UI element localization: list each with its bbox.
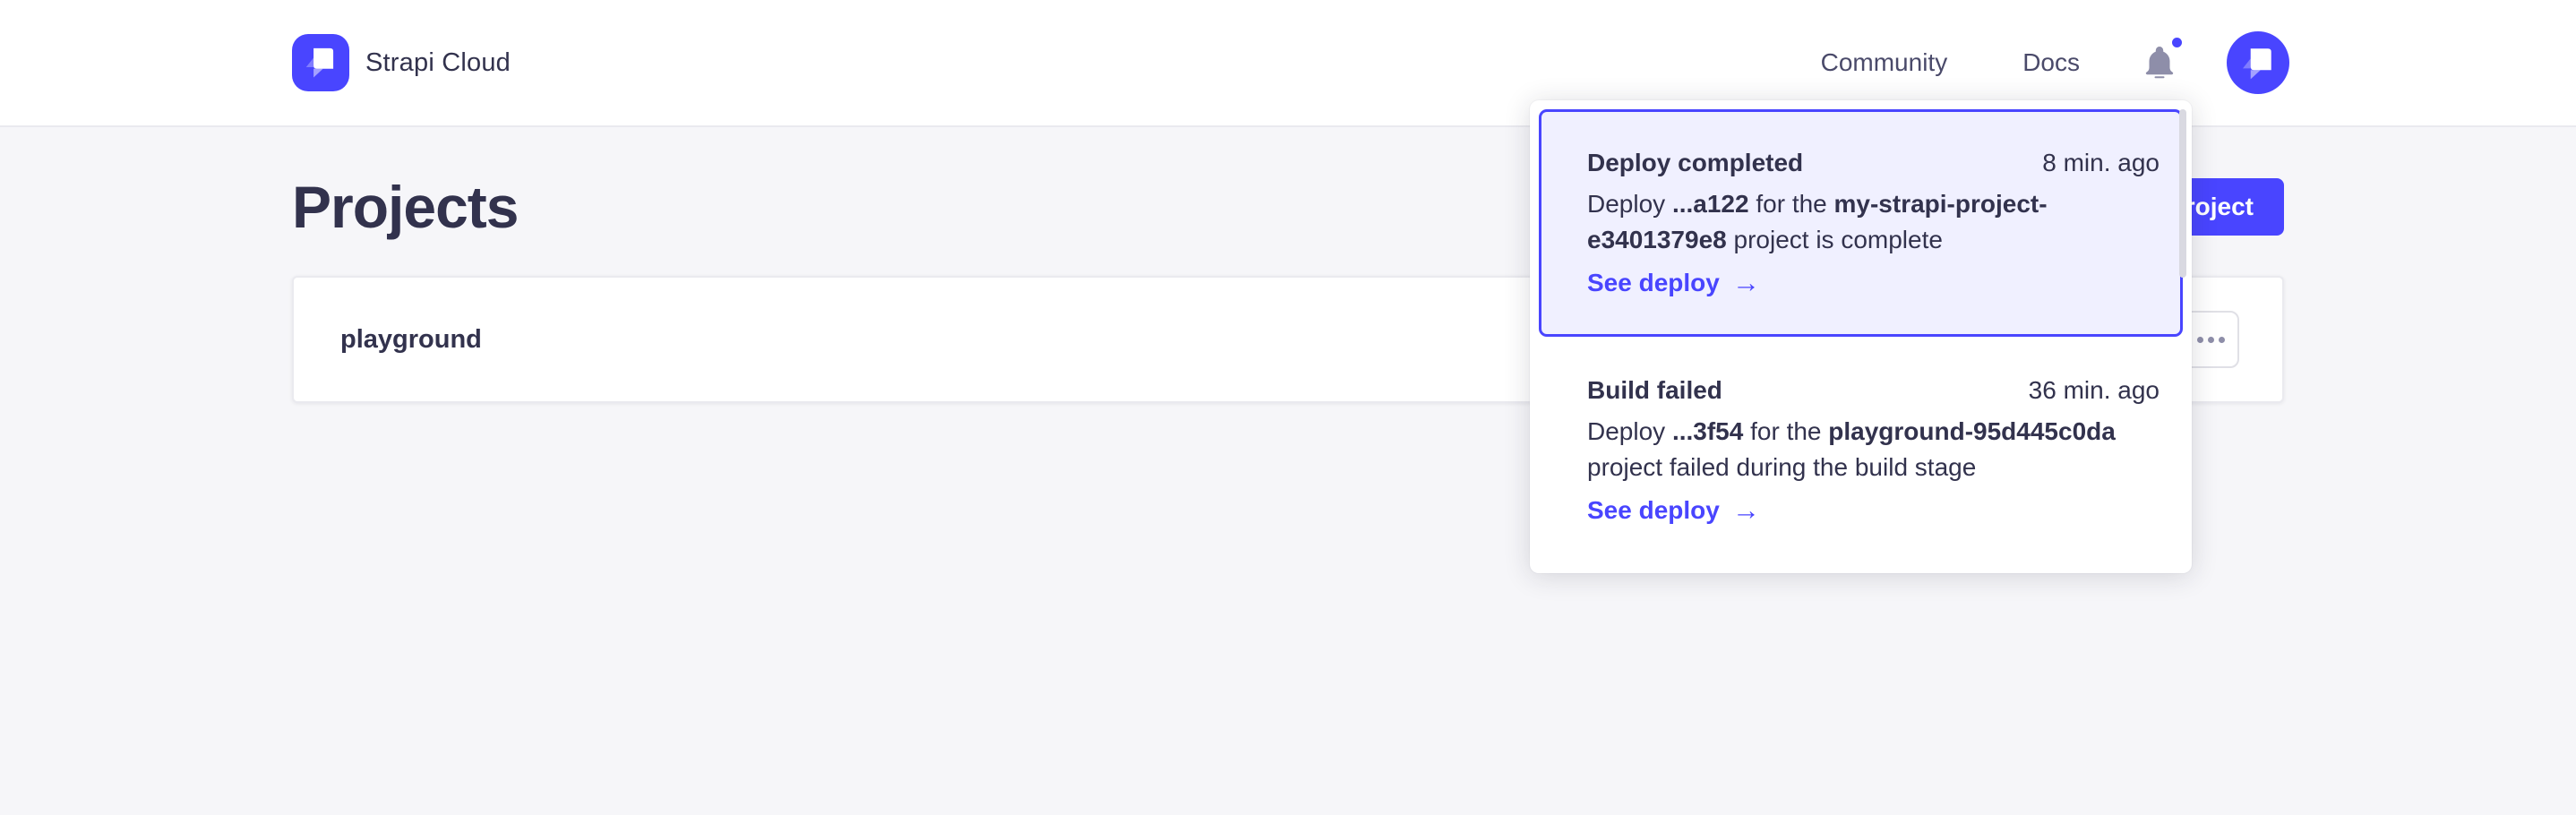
user-avatar[interactable] — [2227, 31, 2289, 94]
arrow-right-icon: → — [1732, 265, 1760, 301]
see-deploy-link[interactable]: See deploy → — [1587, 493, 1760, 528]
notifications-bell-button[interactable] — [2144, 45, 2175, 81]
avatar-strapi-icon — [2237, 41, 2279, 85]
notification-title-row: Deploy completed 8 min. ago — [1587, 145, 2160, 181]
unread-notification-dot — [2172, 38, 2182, 47]
dropdown-scrollbar-thumb[interactable] — [2179, 109, 2186, 278]
page-title: Projects — [292, 177, 518, 236]
arrow-right-icon: → — [1732, 493, 1760, 528]
notification-body: Deploy ...a122 for the my-strapi-project… — [1587, 186, 2160, 258]
project-name: playground — [340, 325, 482, 355]
see-deploy-link[interactable]: See deploy → — [1587, 265, 1760, 301]
notification-item-deploy-completed[interactable]: Deploy completed 8 min. ago Deploy ...a1… — [1539, 109, 2183, 337]
notification-body: Deploy ...3f54 for the playground-95d445… — [1587, 414, 2160, 485]
notification-title-row: Build failed 36 min. ago — [1587, 373, 2160, 408]
strapi-logo-icon — [301, 41, 340, 85]
notification-title: Build failed — [1587, 373, 1722, 408]
see-deploy-label: See deploy — [1587, 265, 1720, 301]
notification-timestamp: 36 min. ago — [2029, 373, 2160, 408]
bell-icon — [2144, 68, 2175, 82]
nav-link-docs[interactable]: Docs — [2022, 48, 2080, 77]
nav-link-community[interactable]: Community — [1821, 48, 1948, 77]
strapi-logo-badge[interactable] — [292, 34, 349, 91]
brand-title: Strapi Cloud — [365, 48, 511, 78]
see-deploy-label: See deploy — [1587, 493, 1720, 528]
notifications-dropdown: Deploy completed 8 min. ago Deploy ...a1… — [1530, 100, 2192, 573]
notification-item-build-failed[interactable]: Build failed 36 min. ago Deploy ...3f54 … — [1539, 337, 2183, 564]
ellipsis-icon — [2197, 337, 2225, 343]
notification-timestamp: 8 min. ago — [2042, 145, 2160, 181]
notification-title: Deploy completed — [1587, 145, 1803, 181]
